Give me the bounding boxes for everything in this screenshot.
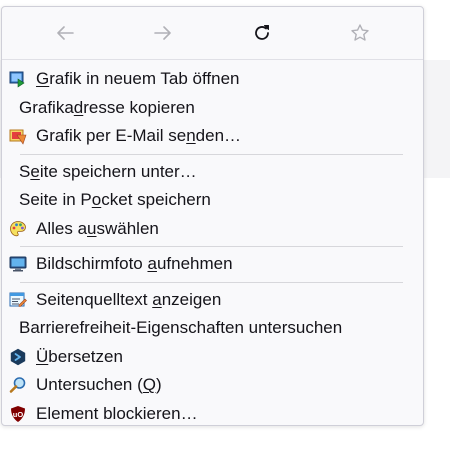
reload-button[interactable] xyxy=(245,16,279,50)
menu-item-label: Seitenquelltext anzeigen xyxy=(36,289,222,309)
menu-item-label: Grafikadresse kopieren xyxy=(19,97,195,117)
context-navigation xyxy=(2,7,423,60)
menu-separator xyxy=(20,153,403,155)
menu-item-save-page-as[interactable]: Seite speichern unter… xyxy=(2,158,423,187)
arrow-right-icon xyxy=(153,25,173,41)
menu-item-email-image[interactable]: Grafik per E-Mail senden… xyxy=(2,122,423,151)
menu-item-label: Barrierefreiheit-Eigenschaften untersuch… xyxy=(19,318,343,338)
menu-separator xyxy=(20,281,403,283)
back-button[interactable] xyxy=(48,16,82,50)
arrow-left-icon xyxy=(55,25,75,41)
menu-item-label: Seite in Pocket speichern xyxy=(19,190,211,210)
forward-button[interactable] xyxy=(146,16,180,50)
menu-item-label: Element blockieren… xyxy=(36,403,198,423)
translate-icon xyxy=(8,347,28,367)
menu-item-label: Übersetzen xyxy=(36,346,123,366)
star-icon xyxy=(350,23,370,43)
menu-item-take-screenshot[interactable]: Bildschirmfoto aufnehmen xyxy=(2,250,423,279)
menu-item-label: Grafik in neuem Tab öffnen xyxy=(36,69,240,89)
menu-item-view-page-source[interactable]: Seitenquelltext anzeigen xyxy=(2,286,423,315)
menu-item-select-all[interactable]: Alles auswählen xyxy=(2,215,423,244)
email-image-icon xyxy=(8,126,28,146)
svg-text:uO: uO xyxy=(13,410,24,419)
menu-separator xyxy=(20,246,403,247)
menu-item-label: Grafik per E-Mail senden… xyxy=(36,126,242,146)
select-all-palette-icon xyxy=(8,219,28,239)
menu-item-label: Bildschirmfoto aufnehmen xyxy=(36,254,233,274)
menu-item-inspect[interactable]: Untersuchen (Q) xyxy=(2,371,423,400)
view-source-icon xyxy=(8,290,28,310)
menu-items: Grafik in neuem Tab öffnen Grafikadresse… xyxy=(2,60,423,428)
ublock-shield-icon: uO xyxy=(8,404,28,424)
menu-item-label: Untersuchen (Q) xyxy=(36,375,162,395)
menu-item-inspect-accessibility[interactable]: Barrierefreiheit-Eigenschaften untersuch… xyxy=(2,314,423,343)
menu-item-open-image-new-tab[interactable]: Grafik in neuem Tab öffnen xyxy=(2,65,423,94)
menu-item-copy-image-address[interactable]: Grafikadresse kopieren xyxy=(2,94,423,123)
menu-item-label: Seite speichern unter… xyxy=(19,161,197,181)
open-image-tab-icon xyxy=(8,69,28,89)
magnifier-icon xyxy=(8,375,28,395)
reload-icon xyxy=(252,23,272,43)
menu-item-save-to-pocket[interactable]: Seite in Pocket speichern xyxy=(2,186,423,215)
menu-item-label: Alles auswählen xyxy=(36,218,159,238)
bookmark-button[interactable] xyxy=(343,16,377,50)
menu-item-translate[interactable]: Übersetzen xyxy=(2,343,423,372)
screenshot-monitor-icon xyxy=(8,254,28,274)
context-menu: Grafik in neuem Tab öffnen Grafikadresse… xyxy=(1,6,424,426)
menu-item-block-element[interactable]: uO Element blockieren… xyxy=(2,400,423,429)
